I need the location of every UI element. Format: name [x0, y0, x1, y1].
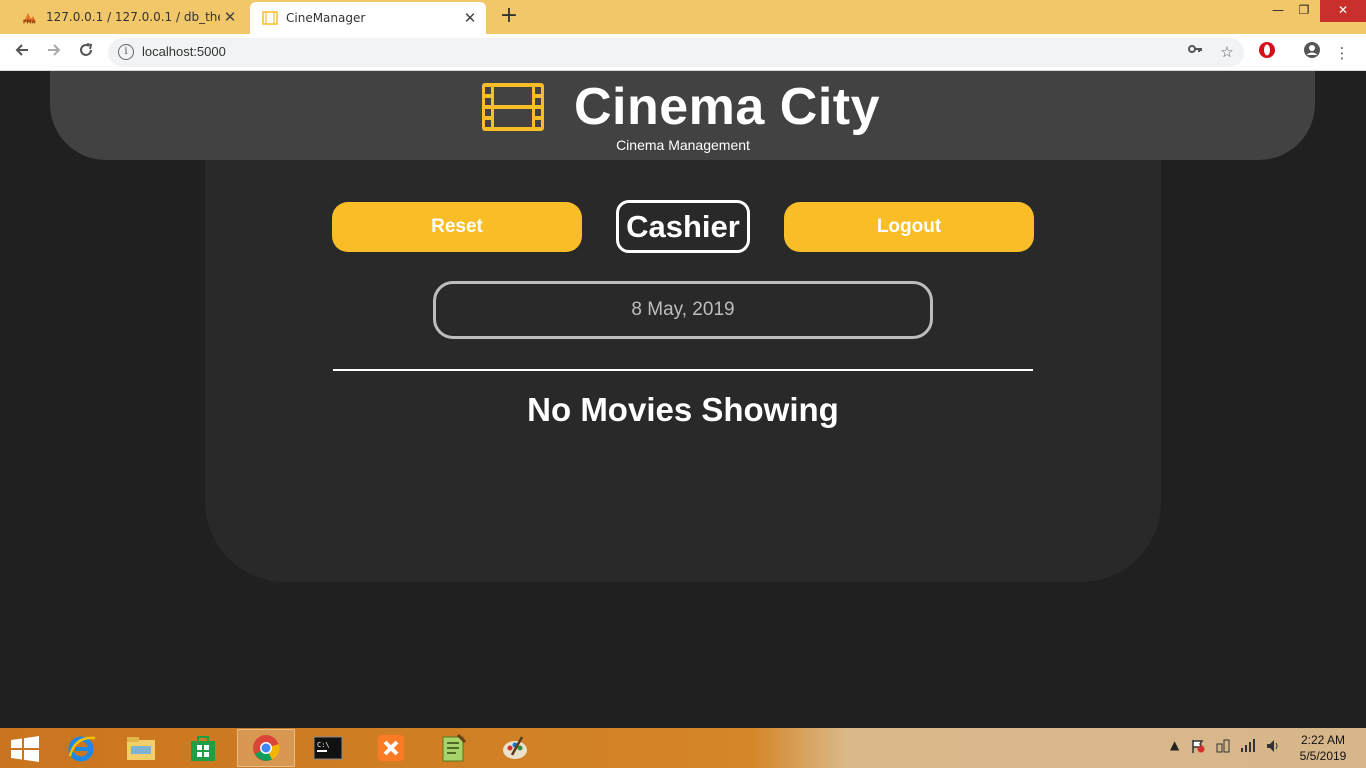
- date-selector[interactable]: 8 May, 2019: [433, 281, 933, 339]
- tab-cinemanager[interactable]: CineManager ✕: [250, 2, 486, 34]
- empty-state-message: No Movies Showing: [527, 391, 839, 428]
- action-center-flag-icon[interactable]: [1190, 738, 1206, 757]
- store-icon[interactable]: [174, 729, 232, 767]
- taskbar: C:\ ▲ 2:22 AM 5/5/2019: [0, 728, 1366, 768]
- divider: [333, 369, 1033, 371]
- phpmyadmin-icon: PMA: [22, 9, 38, 25]
- browser-toolbar: i localhost:5000 ☆ ⋮: [0, 34, 1366, 71]
- key-icon[interactable]: [1184, 41, 1206, 63]
- site-info-icon[interactable]: i: [118, 44, 134, 60]
- xampp-icon[interactable]: [362, 729, 420, 767]
- wifi-tray-icon[interactable]: [1240, 738, 1256, 757]
- internet-explorer-icon[interactable]: [52, 729, 110, 767]
- film-icon: [262, 10, 278, 26]
- page: Cinema City Cinema Management Reset Cash…: [0, 71, 1366, 728]
- chrome-icon[interactable]: [237, 729, 295, 767]
- clock-time: 2:22 AM: [1300, 733, 1346, 747]
- show-hidden-icons[interactable]: ▲: [1170, 738, 1179, 752]
- menu-icon[interactable]: ⋮: [1330, 41, 1354, 65]
- cmd-icon[interactable]: C:\: [299, 729, 357, 767]
- role-badge: Cashier: [616, 200, 750, 253]
- forward-button[interactable]: [42, 41, 66, 65]
- volume-tray-icon[interactable]: [1265, 738, 1281, 757]
- address-bar[interactable]: i localhost:5000 ☆: [108, 38, 1244, 67]
- back-arrow-icon: [15, 44, 28, 56]
- close-tab-icon[interactable]: ✕: [460, 9, 480, 27]
- browser-tab-bar: PMA 127.0.0.1 / 127.0.0.1 / db_theatre ✕…: [0, 0, 1366, 34]
- svg-text:PMA: PMA: [23, 20, 36, 25]
- reset-button[interactable]: Reset: [332, 202, 582, 252]
- url-text: localhost:5000: [142, 44, 226, 59]
- windows-start-icon[interactable]: [10, 736, 40, 762]
- paint-icon[interactable]: [486, 729, 544, 767]
- new-tab-button[interactable]: +: [498, 5, 520, 27]
- network-tray-icon[interactable]: [1215, 738, 1231, 757]
- system-clock[interactable]: 2:22 AM 5/5/2019: [1290, 732, 1356, 764]
- opera-vpn-icon[interactable]: [1255, 41, 1279, 65]
- clock-date: 5/5/2019: [1299, 749, 1347, 763]
- close-window-button[interactable]: ✕: [1320, 0, 1366, 22]
- restore-button[interactable]: ❐: [1289, 0, 1319, 22]
- logout-button[interactable]: Logout: [784, 202, 1034, 252]
- brand-name: Cinema City: [574, 78, 881, 136]
- tab-title: 127.0.0.1 / 127.0.0.1 / db_theatre: [46, 10, 220, 24]
- back-button[interactable]: [10, 41, 34, 65]
- brand: Cinema City: [480, 77, 880, 137]
- tab-phpmyadmin[interactable]: PMA 127.0.0.1 / 127.0.0.1 / db_theatre ✕: [10, 0, 246, 34]
- film-strip-icon: [482, 83, 544, 131]
- notepad-plus-icon[interactable]: [424, 729, 482, 767]
- close-tab-icon[interactable]: ✕: [220, 8, 240, 26]
- reload-button[interactable]: [74, 41, 98, 65]
- brand-subtitle: Cinema Management: [616, 137, 750, 153]
- file-explorer-icon[interactable]: [112, 729, 170, 767]
- forward-arrow-icon: [48, 44, 61, 56]
- reload-icon: [80, 43, 93, 56]
- bookmark-star-icon[interactable]: ☆: [1216, 41, 1238, 63]
- svg-text:C:\: C:\: [317, 741, 330, 749]
- profile-icon[interactable]: [1300, 41, 1324, 65]
- tab-title: CineManager: [286, 11, 366, 25]
